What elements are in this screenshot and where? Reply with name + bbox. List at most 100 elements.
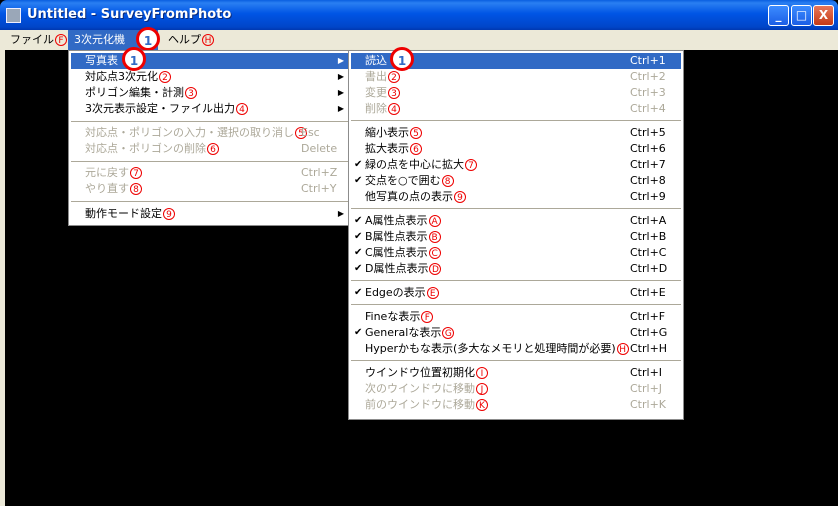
submenu-item[interactable]: 変更 3 Ctrl+3 [351,85,681,101]
mnemonic-badge: 7 [465,159,477,171]
menu-item-polygon-edit[interactable]: ポリゴン編集・計測 3 ▶ [71,85,348,101]
maximize-button[interactable]: □ [791,5,812,26]
checkmark-icon: ✔ [354,159,363,170]
menu-separator [351,120,681,121]
photo-submenu: 読込 Ctrl+1 1 書出 2 Ctrl+2 変更 3 Ctrl+3 削除 4 Ctrl+4 縮… [348,47,684,420]
menu-item-label: Hyperかもな表示(多大なメモリと処理時間が必要) [365,342,616,355]
menu-separator [351,280,681,281]
submenu-item[interactable]: 拡大表示 6 Ctrl+6 [351,141,681,157]
mnemonic-badge: D [429,263,442,275]
checkmark-icon: ✔ [354,287,363,298]
app-icon[interactable] [6,8,21,23]
menu-help[interactable]: ヘルプ H [162,30,220,50]
shortcut-label: Delete [301,142,338,155]
menu-item-label: 書出 [365,70,387,83]
menu-file-label: ファイル [10,33,54,46]
submenu-item[interactable]: ✔ 交点を○で囲む 8 Ctrl+8 [351,173,681,189]
left-frame [0,50,5,506]
menu-3d-dropdown: 写真表 ▶ 1 対応点3次元化 2 ▶ ポリゴン編集・計測 3 ▶ 3次元表示設定・… [68,47,351,226]
menu-item-undo[interactable]: 元に戻す 7 Ctrl+Z [71,165,348,181]
menu-item-label: D属性点表示 [365,262,429,275]
menu-item-photo[interactable]: 写真表 ▶ [71,53,348,69]
minimize-button[interactable]: _ [768,5,789,26]
submenu-item[interactable]: 縮小表示 5 Ctrl+5 [351,125,681,141]
submenu-item[interactable]: ✔ D属性点表示 D Ctrl+D [351,261,681,277]
submenu-item[interactable]: Hyperかもな表示(多大なメモリと処理時間が必要) H Ctrl+H [351,341,681,357]
shortcut-label: Ctrl+7 [630,158,666,171]
shortcut-label: Ctrl+6 [630,142,666,155]
checkmark-icon: ✔ [354,175,363,186]
menu-item-3d-display[interactable]: 3次元表示設定・ファイル出力 4 ▶ [71,101,348,117]
menu-item-label: 対応点・ポリゴンの入力・選択の取り消し [85,126,294,139]
submenu-item[interactable]: ウインドウ位置初期化 I Ctrl+I [351,365,681,381]
mnemonic-badge: H [202,34,214,46]
mnemonic-badge-highlight: 1 [122,47,146,71]
mnemonic-badge: 9 [454,191,466,203]
menu-item-label: ポリゴン編集・計測 [85,86,184,99]
submenu-item[interactable]: 書出 2 Ctrl+2 [351,69,681,85]
menu-item-label: 変更 [365,86,387,99]
mnemonic-badge: 8 [130,183,142,195]
shortcut-label: Ctrl+4 [630,102,666,115]
menu-item-label: 3次元表示設定・ファイル出力 [85,102,235,115]
submenu-item[interactable]: 削除 4 Ctrl+4 [351,101,681,117]
checkmark-icon: ✔ [354,247,363,258]
shortcut-label: Ctrl+8 [630,174,666,187]
window-title: Untitled - SurveyFromPhoto [27,7,232,22]
mnemonic-badge-highlight: 1 [390,47,414,71]
shortcut-label: Ctrl+9 [630,190,666,203]
mnemonic-badge: I [476,367,488,379]
mnemonic-badge: 5 [410,127,422,139]
shortcut-label: Ctrl+F [630,310,666,323]
mnemonic-badge: 3 [185,87,197,99]
menu-item-label: C属性点表示 [365,246,428,259]
submenu-item[interactable]: ✔ Edgeの表示 E Ctrl+E [351,285,681,301]
checkmark-icon: ✔ [354,231,363,242]
shortcut-label: Ctrl+Z [301,166,338,179]
menu-item-label: 元に戻す [85,166,129,179]
submenu-item[interactable]: ✔ B属性点表示 B Ctrl+B [351,229,681,245]
close-button[interactable]: X [813,5,834,26]
menu-item-label: 写真表 [85,54,118,67]
menu-item-label: 対応点3次元化 [85,70,158,83]
shortcut-label: Ctrl+I [630,366,663,379]
submenu-item[interactable]: ✔ Generalな表示 G Ctrl+G [351,325,681,341]
mnemonic-badge: 9 [163,208,175,220]
menu-item-label: Edgeの表示 [365,286,426,299]
menu-item-3d-points[interactable]: 対応点3次元化 2 ▶ [71,69,348,85]
chevron-right-icon: ▶ [337,88,344,97]
submenu-item[interactable]: 次のウインドウに移動 J Ctrl+J [351,381,681,397]
submenu-item[interactable]: 他写真の点の表示 9 Ctrl+9 [351,189,681,205]
shortcut-label: Ctrl+J [630,382,663,395]
menu-item-label: 動作モード設定 [85,207,162,220]
menu-separator [71,161,348,162]
title-bar[interactable]: Untitled - SurveyFromPhoto _ □ X [0,0,838,30]
menu-item-label: 読込 [365,54,387,67]
submenu-item[interactable]: 前のウインドウに移動 K Ctrl+K [351,397,681,413]
submenu-item[interactable]: ✔ A属性点表示 A Ctrl+A [351,213,681,229]
mnemonic-badge: C [428,247,441,259]
app-window: Untitled - SurveyFromPhoto _ □ X ファイル F 3… [0,0,838,506]
menu-item-label: やり直す [85,182,129,195]
menu-item-label: Generalな表示 [365,326,442,339]
submenu-item[interactable]: ✔ C属性点表示 C Ctrl+C [351,245,681,261]
menu-item-delete-points[interactable]: 対応点・ポリゴンの削除 6 Delete [71,141,348,157]
submenu-item[interactable]: ✔ 緑の点を中心に拡大 7 Ctrl+7 [351,157,681,173]
menu-file[interactable]: ファイル F [4,30,73,50]
menu-item-label: 前のウインドウに移動 [365,398,475,411]
shortcut-label: Ctrl+E [630,286,666,299]
mnemonic-badge: B [428,231,441,243]
shortcut-label: Ctrl+Y [301,182,337,195]
menu-item-redo[interactable]: やり直す 8 Ctrl+Y [71,181,348,197]
shortcut-label: Ctrl+A [630,214,667,227]
menu-item-cancel-input[interactable]: 対応点・ポリゴンの入力・選択の取り消し 5 Esc [71,125,348,141]
mnemonic-badge: 7 [130,167,142,179]
checkmark-icon: ✔ [354,215,363,226]
mnemonic-badge: 2 [388,71,400,83]
shortcut-label: Ctrl+3 [630,86,666,99]
menu-item-label: 縮小表示 [365,126,409,139]
mnemonic-badge: G [442,327,455,339]
menu-item-mode-settings[interactable]: 動作モード設定 9 ▶ [71,206,348,222]
submenu-item[interactable]: Fineな表示 F Ctrl+F [351,309,681,325]
mnemonic-badge: J [476,383,488,395]
